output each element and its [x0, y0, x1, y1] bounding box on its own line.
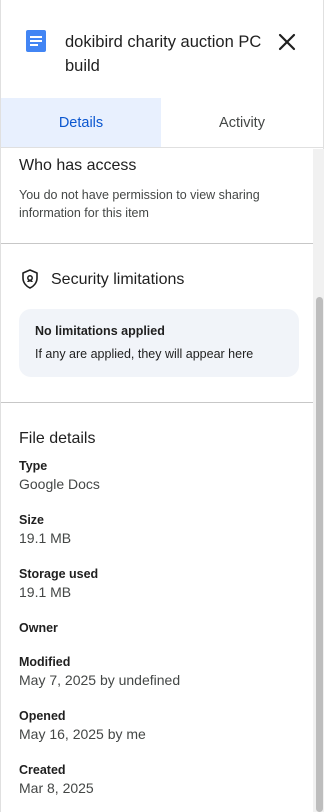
- security-info-box: No limitations applied If any are applie…: [19, 309, 299, 377]
- owner-label: Owner: [19, 621, 58, 635]
- tab-details-label: Details: [58, 114, 104, 131]
- file-title: dokibird charity auction PC build: [65, 33, 262, 75]
- modified-value: May 7, 2025 by undefined: [19, 672, 181, 688]
- who-has-access-heading: Who has access: [19, 157, 137, 174]
- scrollbar-thumb[interactable]: [316, 297, 323, 812]
- storage-used-label: Storage used: [19, 567, 99, 581]
- created-label: Created: [19, 763, 66, 777]
- created-value: Mar 8, 2025: [19, 780, 94, 796]
- google-docs-icon: [26, 30, 46, 52]
- opened-value: May 16, 2025 by me: [19, 726, 146, 742]
- security-limitations-heading: Security limitations: [51, 271, 185, 288]
- opened-label: Opened: [19, 709, 66, 723]
- details-panel: dokibird charity auction PC build Detail…: [0, 0, 324, 812]
- storage-used-value: 19.1 MB: [19, 584, 72, 600]
- divider: [1, 243, 313, 244]
- divider: [1, 402, 313, 403]
- security-box-text: If any are applied, they will appear her…: [35, 347, 254, 361]
- size-value: 19.1 MB: [19, 530, 72, 546]
- tab-activity[interactable]: Activity: [161, 98, 323, 147]
- modified-label: Modified: [19, 655, 71, 669]
- tab-bar: Details Activity: [1, 98, 324, 148]
- type-value: Google Docs: [19, 476, 100, 492]
- tab-activity-label: Activity: [219, 114, 265, 131]
- security-box-title: No limitations applied: [35, 324, 165, 338]
- shield-lock-icon: [22, 269, 38, 289]
- tab-details[interactable]: Details: [1, 98, 161, 147]
- file-details-heading: File details: [19, 430, 96, 447]
- close-icon[interactable]: [275, 30, 299, 54]
- panel-header: dokibird charity auction PC build: [1, 0, 324, 98]
- size-label: Size: [19, 513, 45, 527]
- details-content: Who has access You do not have permissio…: [1, 149, 313, 812]
- access-message: You do not have permission to view shari…: [19, 188, 260, 220]
- type-label: Type: [19, 459, 48, 473]
